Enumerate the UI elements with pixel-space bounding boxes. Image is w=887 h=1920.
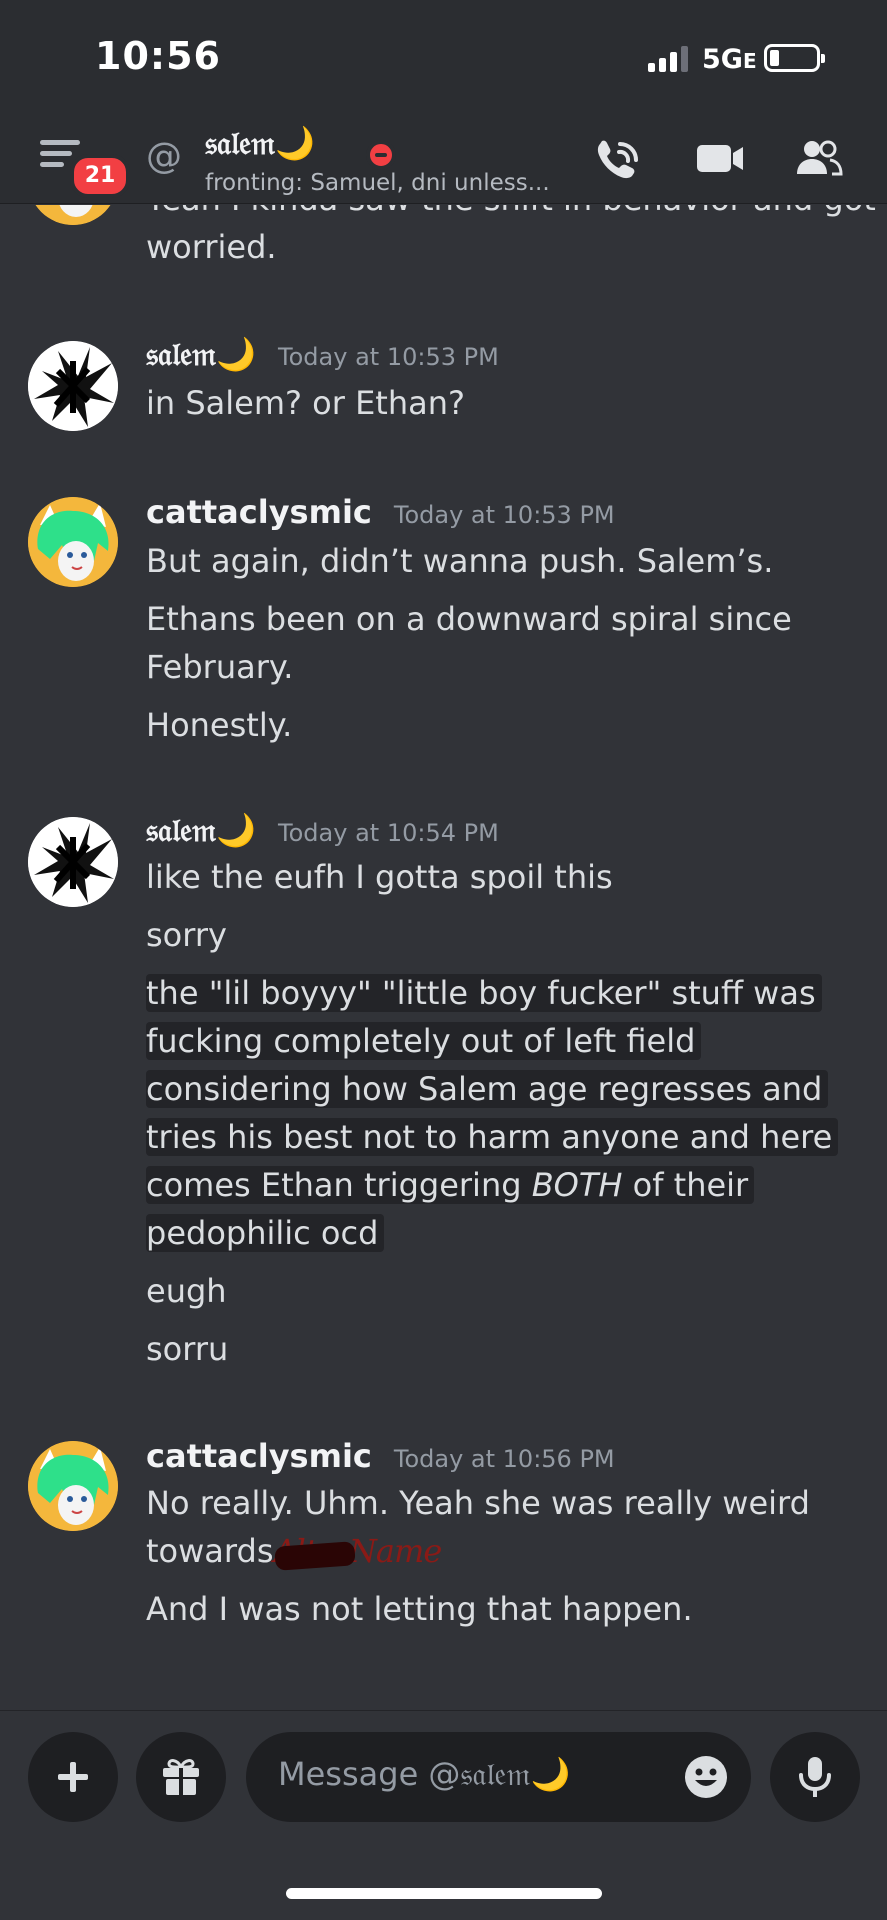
spoiler-text[interactable]: pedophilic ocd	[146, 1209, 385, 1257]
message-header: 𝔰𝔞𝔩𝔢𝔪🌙 Today at 10:53 PM	[146, 335, 499, 374]
dm-custom-status[interactable]: fronting: Samuel, dni unless...	[205, 170, 550, 196]
author-name[interactable]: cattaclysmic	[146, 493, 372, 531]
status-bar: 10:56 5GE	[0, 0, 887, 110]
message-text: February.	[146, 648, 294, 686]
message-placeholder: Message @𝔰𝔞𝔩𝔢𝔪🌙	[278, 1755, 571, 1793]
message-header: 𝔰𝔞𝔩𝔢𝔪🌙 Today at 10:54 PM	[146, 811, 499, 850]
unread-badge: 21	[70, 154, 130, 198]
redacted-name: AlterName	[273, 1532, 442, 1570]
message-composer: Message @𝔰𝔞𝔩𝔢𝔪🌙	[0, 1710, 887, 1920]
avatar[interactable]	[28, 205, 118, 225]
message-text: sorry	[146, 916, 227, 954]
home-indicator[interactable]	[286, 1888, 602, 1899]
spoiler-text[interactable]: considering how Salem age regresses and	[146, 1065, 829, 1113]
message-text: sorru	[146, 1330, 229, 1368]
timestamp: Today at 10:53 PM	[393, 501, 615, 529]
video-icon[interactable]	[695, 138, 745, 178]
spoiler-text[interactable]: tries his best not to harm anyone and he…	[146, 1113, 839, 1161]
chat-message-list[interactable]: Yeah I kinda saw the shift in behavior a…	[0, 205, 887, 1710]
gift-icon	[163, 1759, 199, 1795]
author-name[interactable]: 𝔰𝔞𝔩𝔢𝔪🌙	[146, 335, 256, 374]
message-input[interactable]: Message @𝔰𝔞𝔩𝔢𝔪🌙	[246, 1732, 751, 1822]
timestamp: Today at 10:54 PM	[278, 819, 499, 847]
message-text: like the eufh I gotta spoil this	[146, 858, 613, 896]
avatar[interactable]	[28, 497, 118, 587]
voice-message-button[interactable]	[770, 1732, 860, 1822]
add-attachment-button[interactable]	[28, 1732, 118, 1822]
message-header: cattaclysmic Today at 10:53 PM	[146, 493, 615, 531]
dnd-status-icon	[366, 140, 396, 170]
signal-icon	[648, 46, 688, 72]
message-text: towardsAlterName	[146, 1532, 442, 1570]
gift-button[interactable]	[136, 1732, 226, 1822]
avatar[interactable]	[28, 341, 118, 431]
plus-icon	[58, 1762, 88, 1792]
message-text: No really. Uhm. Yeah she was really weir…	[146, 1484, 810, 1522]
message-text: Yeah I kinda saw the shift in behavior a…	[146, 205, 876, 223]
spoiler-text[interactable]: the "lil boyyy" "little boy fucker" stuf…	[146, 969, 822, 1017]
author-name[interactable]: 𝔰𝔞𝔩𝔢𝔪🌙	[146, 811, 256, 850]
message-text: Honestly.	[146, 706, 293, 744]
author-name[interactable]: cattaclysmic	[146, 1437, 372, 1475]
call-icon[interactable]	[592, 138, 642, 179]
members-icon[interactable]	[794, 138, 844, 178]
message-text: And I was not letting that happen.	[146, 1590, 693, 1628]
at-icon: @	[146, 136, 182, 177]
message-text: Ethans been on a downward spiral since	[146, 600, 792, 638]
spoiler-text[interactable]: fucking completely out of left field	[146, 1017, 702, 1065]
avatar[interactable]	[28, 817, 118, 907]
message-text: worried.	[146, 228, 277, 266]
timestamp: Today at 10:53 PM	[278, 343, 499, 371]
dm-header: 21 @ 𝔰𝔞𝔩𝔢𝔪🌙 fronting: Samuel, dni unless…	[0, 110, 887, 204]
timestamp: Today at 10:56 PM	[393, 1445, 615, 1473]
network-label: 5GE	[702, 44, 757, 75]
mic-icon	[799, 1757, 831, 1797]
status-time: 10:56	[95, 34, 221, 78]
message-header: cattaclysmic Today at 10:56 PM	[146, 1437, 615, 1475]
avatar[interactable]	[28, 1441, 118, 1531]
dm-name[interactable]: 𝔰𝔞𝔩𝔢𝔪🌙	[205, 124, 315, 163]
message-text: in Salem? or Ethan?	[146, 384, 465, 422]
battery-icon	[764, 44, 825, 72]
message-text: But again, didn’t wanna push. Salem’s.	[146, 542, 774, 580]
message-text: eugh	[146, 1272, 227, 1310]
emoji-icon[interactable]	[683, 1754, 729, 1800]
spoiler-text[interactable]: comes Ethan triggering BOTH of their	[146, 1161, 755, 1209]
